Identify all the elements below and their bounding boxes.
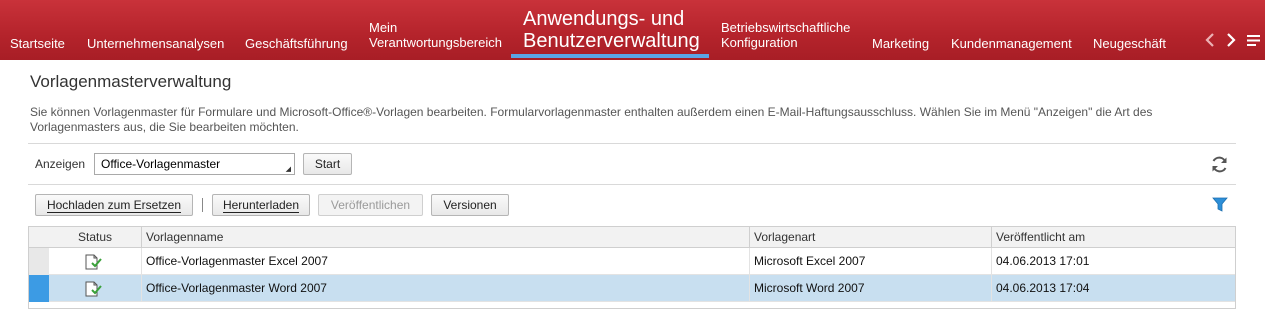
nav-item-marketing[interactable]: Marketing xyxy=(872,36,929,51)
refresh-icon[interactable] xyxy=(1210,155,1229,174)
publish-button-label: Veröffentlichen xyxy=(330,198,411,212)
nav-item-line1: Anwendungs- und xyxy=(523,8,685,30)
nav-item-line1: Mein xyxy=(369,20,398,35)
publish-button[interactable]: Veröffentlichen xyxy=(318,194,423,216)
upload-replace-button-label: Hochladen zum Ersetzen xyxy=(46,198,182,213)
versions-button-label: Versionen xyxy=(443,198,497,212)
show-label: Anzeigen xyxy=(35,157,86,171)
chevron-right-icon[interactable] xyxy=(1225,33,1237,47)
column-header-name[interactable]: Vorlagenname xyxy=(141,227,749,248)
nav-item-line2: Benutzerverwaltung xyxy=(523,30,700,52)
show-select[interactable]: Office-Vorlagenmaster ◢ xyxy=(94,153,295,175)
row-selector[interactable] xyxy=(29,248,49,275)
divider xyxy=(28,143,1236,144)
download-button[interactable]: Herunterladen xyxy=(212,194,310,216)
row-selector[interactable] xyxy=(29,275,49,302)
show-select-value: Office-Vorlagenmaster xyxy=(101,157,221,171)
filter-icon[interactable] xyxy=(1212,197,1228,213)
page-title: Vorlagenmasterverwaltung xyxy=(30,72,232,91)
toolbar-separator xyxy=(202,198,203,212)
nav-item-line2: Verantwortungsbereich xyxy=(369,35,502,50)
top-navigation: Startseite Unternehmensanalysen Geschäft… xyxy=(0,0,1265,60)
nav-item-benutzerverwaltung[interactable]: Anwendungs- und Benutzerverwaltung xyxy=(523,8,700,52)
nav-item-line1: Betriebswirtschaftliche xyxy=(721,20,851,35)
column-header-type[interactable]: Vorlagenart xyxy=(749,227,991,248)
nav-item-startseite[interactable]: Startseite xyxy=(10,36,65,51)
table-footer xyxy=(29,302,1235,308)
page-description: Sie können Vorlagenmaster für Formulare … xyxy=(30,105,1153,134)
nav-item-line2: Konfiguration xyxy=(721,35,798,50)
nav-item-unternehmensanalysen[interactable]: Unternehmensanalysen xyxy=(87,36,224,51)
cell-template-type: Microsoft Excel 2007 xyxy=(749,248,991,275)
table-row[interactable]: Office-Vorlagenmaster Excel 2007 Microso… xyxy=(29,248,1235,275)
download-button-label: Herunterladen xyxy=(222,198,300,213)
cell-template-type: Microsoft Word 2007 xyxy=(749,275,991,302)
nav-item-geschaeftsfuehrung[interactable]: Geschäftsführung xyxy=(245,36,348,51)
cell-published-date: 04.06.2013 17:01 xyxy=(991,248,1235,275)
dropdown-caret-icon: ◢ xyxy=(285,166,291,173)
document-check-icon xyxy=(85,254,102,270)
table-row[interactable]: Office-Vorlagenmaster Word 2007 Microsof… xyxy=(29,275,1235,302)
column-header-status[interactable]: Status xyxy=(49,227,141,248)
nav-item-neugeschaeft[interactable]: Neugeschäft xyxy=(1093,36,1166,51)
templates-table: Status Vorlagenname Vorlagenart Veröffen… xyxy=(28,226,1236,309)
column-header-published[interactable]: Veröffentlicht am xyxy=(991,227,1235,248)
table-header: Status Vorlagenname Vorlagenart Veröffen… xyxy=(29,227,1235,248)
start-button[interactable]: Start xyxy=(303,153,352,175)
active-tab-indicator xyxy=(511,54,709,58)
cell-published-date: 04.06.2013 17:04 xyxy=(991,275,1235,302)
nav-item-kundenmanagement[interactable]: Kundenmanagement xyxy=(951,36,1072,51)
upload-replace-button[interactable]: Hochladen zum Ersetzen xyxy=(35,194,193,216)
cell-template-name: Office-Vorlagenmaster Word 2007 xyxy=(141,275,749,302)
nav-item-betriebswirtschaftliche-konfiguration[interactable]: Betriebswirtschaftliche Konfiguration xyxy=(721,20,850,50)
document-check-icon xyxy=(85,281,102,297)
chevron-left-icon[interactable] xyxy=(1204,33,1216,47)
nav-item-mein-verantwortungsbereich[interactable]: Mein Verantwortungsbereich xyxy=(369,20,502,50)
versions-button[interactable]: Versionen xyxy=(431,194,509,216)
menu-icon[interactable] xyxy=(1247,35,1260,46)
divider xyxy=(28,184,1236,185)
start-button-label: Start xyxy=(314,157,341,171)
cell-template-name: Office-Vorlagenmaster Excel 2007 xyxy=(141,248,749,275)
